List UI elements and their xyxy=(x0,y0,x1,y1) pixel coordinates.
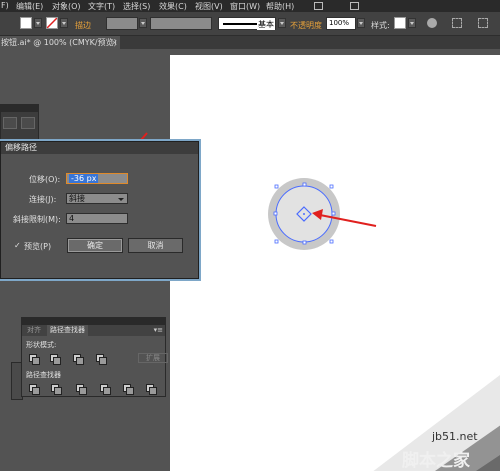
watermark-text: 脚本之家 xyxy=(402,451,470,471)
miter-limit-value: 4 xyxy=(69,214,75,223)
ok-button[interactable]: 确定 xyxy=(67,238,123,253)
exclude-icon[interactable] xyxy=(96,354,107,365)
intersect-icon[interactable] xyxy=(73,354,84,365)
unite-icon[interactable] xyxy=(29,354,40,365)
pathfinder-panel: 对齐 路径查找器 ▾≡ 形状模式: 扩展 路径查找器 xyxy=(21,317,168,397)
divide-icon[interactable] xyxy=(29,384,40,395)
trim-icon[interactable] xyxy=(51,384,62,395)
merge-icon[interactable] xyxy=(76,384,87,395)
minus-front-icon[interactable] xyxy=(50,354,61,365)
miter-limit-input[interactable]: 4 xyxy=(66,213,128,224)
preview-label: 预览(P) xyxy=(24,242,52,251)
crop-icon[interactable] xyxy=(100,384,111,395)
panel-menu-icon[interactable]: ▾≡ xyxy=(154,325,163,336)
expand-button[interactable]: 扩展 xyxy=(138,353,168,363)
dock-header[interactable] xyxy=(1,105,38,112)
offset-value: -36 px xyxy=(69,174,99,183)
tab-align[interactable]: 对齐 xyxy=(24,325,44,336)
preview-checkbox[interactable]: ✓ xyxy=(14,241,21,250)
panel-tabs: 对齐 路径查找器 ▾≡ xyxy=(22,325,165,336)
offset-path-dialog: 偏移路径 xyxy=(0,141,199,279)
swatches-panel-icon[interactable] xyxy=(3,117,17,129)
offset-label: 位移(O): xyxy=(29,175,61,184)
panel-header[interactable] xyxy=(22,318,165,325)
offset-input[interactable]: -36 px xyxy=(66,173,128,184)
miter-limit-label: 斜接限制(M): xyxy=(13,215,61,224)
annotation-arrow-path xyxy=(319,214,377,227)
layers-panel-icon[interactable] xyxy=(21,117,35,129)
watermark-url: jb51.net xyxy=(432,430,478,443)
tab-pathfinder[interactable]: 路径查找器 xyxy=(47,325,88,336)
minus-back-icon[interactable] xyxy=(146,384,157,395)
cancel-button[interactable]: 取消 xyxy=(128,238,183,253)
join-select[interactable]: 斜接 xyxy=(66,193,128,204)
join-label: 连接(J): xyxy=(29,195,57,204)
join-value: 斜接 xyxy=(69,194,85,203)
dialog-title[interactable]: 偏移路径 xyxy=(1,142,198,154)
pathfinders-label: 路径查找器 xyxy=(26,371,61,379)
annotation-arrowhead xyxy=(312,209,323,220)
shape-modes-label: 形状模式: xyxy=(26,341,57,349)
outline-icon[interactable] xyxy=(123,384,134,395)
